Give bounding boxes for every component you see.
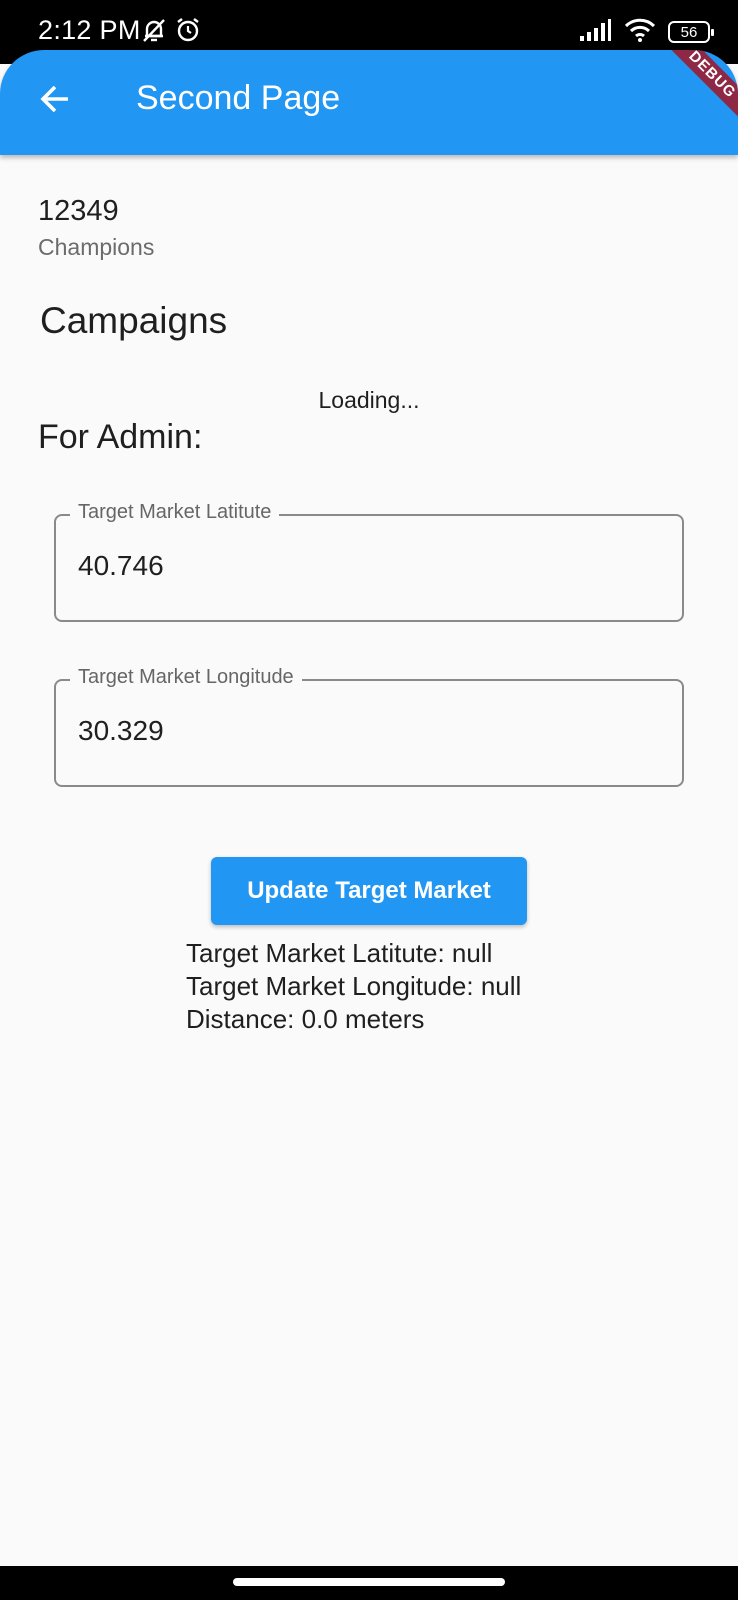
longitude-field[interactable]: Target Market Longitude 30.329 xyxy=(54,666,684,787)
champions-count: 12349 xyxy=(38,195,119,227)
latitude-field-value[interactable]: 40.746 xyxy=(78,550,164,582)
loading-text: Loading... xyxy=(318,387,420,413)
champions-label: Champions xyxy=(38,234,155,260)
update-target-market-button[interactable]: Update Target Market xyxy=(211,857,527,925)
arrow-left-icon xyxy=(38,82,72,121)
back-button[interactable] xyxy=(28,74,82,128)
result-distance: Distance: 0.0 meters xyxy=(186,1004,425,1034)
home-indicator[interactable] xyxy=(233,1578,505,1586)
navigation-bar xyxy=(0,1566,738,1600)
longitude-field-value[interactable]: 30.329 xyxy=(78,715,164,747)
campaigns-title: Campaigns xyxy=(40,300,228,341)
result-latitude: Target Market Latitute: null xyxy=(186,938,493,968)
admin-title: For Admin: xyxy=(38,418,203,456)
latitude-field[interactable]: Target Market Latitute 40.746 xyxy=(54,501,684,622)
result-longitude: Target Market Longitude: null xyxy=(186,971,522,1001)
status-time: 2:12 PM xyxy=(38,15,141,45)
wifi-icon xyxy=(624,17,656,48)
alarm-icon xyxy=(174,16,202,49)
battery-icon: 56 xyxy=(668,21,714,43)
target-market-results: Target Market Latitute: null Target Mark… xyxy=(186,937,521,1036)
page-title: Second Page xyxy=(136,79,341,117)
status-icons-left xyxy=(140,16,202,48)
latitude-field-label: Target Market Latitute xyxy=(70,501,280,524)
longitude-field-label: Target Market Longitude xyxy=(70,666,302,689)
muted-bell-icon xyxy=(140,16,168,49)
app-bar: Second Page DEBUG xyxy=(0,50,738,155)
signal-icon xyxy=(578,18,612,47)
status-icons-right: 56 xyxy=(578,16,714,48)
